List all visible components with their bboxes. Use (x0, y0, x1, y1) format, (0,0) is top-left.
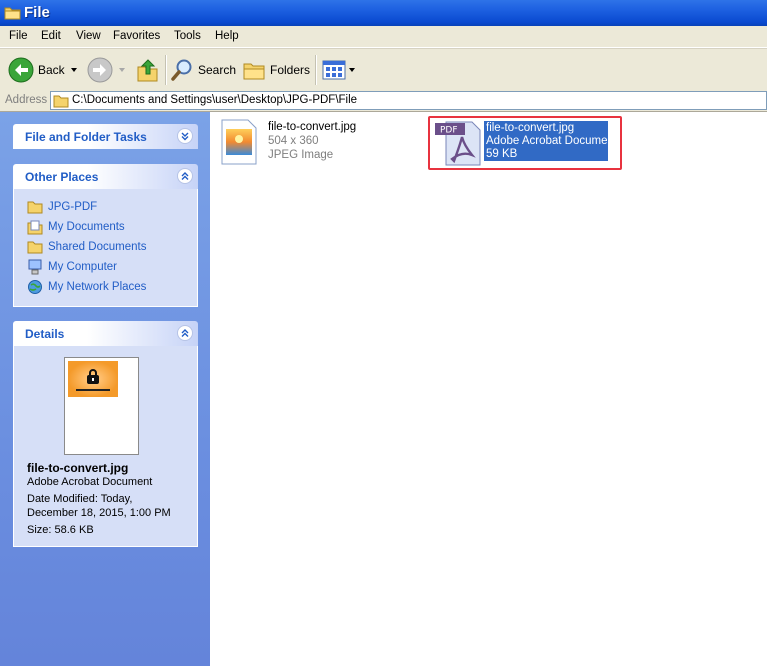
forward-button[interactable] (87, 56, 125, 84)
task-pane: File and Folder Tasks Other Places JPG-P… (0, 112, 210, 666)
file-folder-tasks-panel: File and Folder Tasks (13, 124, 198, 149)
menu-file[interactable]: File (9, 30, 28, 42)
search-label: Search (198, 63, 237, 77)
address-path: C:\Documents and Settings\user\Desktop\J… (72, 94, 358, 106)
search-icon (171, 59, 192, 81)
details-modified-line1: Date Modified: Today, (27, 493, 133, 505)
back-label: Back (38, 63, 65, 77)
folders-icon (243, 63, 265, 80)
collapse-chevron-icon[interactable] (177, 325, 193, 341)
back-dropdown-icon[interactable] (70, 68, 77, 72)
details-filetype: Adobe Acrobat Document (27, 476, 153, 488)
file-name: file-to-convert.jpg (486, 122, 575, 134)
thumbnail-image (68, 361, 118, 397)
toolbar: Back Search Folders (0, 48, 767, 92)
address-input[interactable]: C:\Documents and Settings\user\Desktop\J… (50, 91, 767, 110)
svg-text:PDF: PDF (440, 126, 458, 136)
forward-arrow-icon (87, 57, 113, 83)
folder-icon (4, 7, 21, 20)
back-button[interactable]: Back (8, 56, 77, 84)
address-bar: Address C:\Documents and Settings\user\D… (0, 91, 767, 112)
place-my-network-places[interactable]: My Network Places (27, 279, 146, 295)
menu-view[interactable]: View (76, 30, 101, 42)
menu-tools[interactable]: Tools (174, 30, 201, 42)
computer-icon (28, 259, 42, 275)
up-folder-button[interactable] (136, 56, 160, 84)
window-title: File (24, 4, 50, 21)
jpeg-image-icon (221, 119, 257, 165)
search-button[interactable]: Search (170, 56, 236, 84)
views-icon (322, 60, 346, 80)
other-places-header[interactable]: Other Places (13, 164, 198, 189)
forward-dropdown-icon[interactable] (119, 68, 125, 72)
place-my-computer[interactable]: My Computer (27, 259, 117, 275)
file-dimensions: 504 x 360 (268, 135, 319, 147)
details-size: Size: 58.6 KB (27, 524, 94, 536)
menu-help[interactable]: Help (215, 30, 239, 42)
pdf-document-icon: PDF (435, 121, 481, 166)
network-globe-icon (28, 280, 42, 294)
file-name: file-to-convert.jpg (268, 121, 357, 133)
my-documents-icon (27, 220, 43, 235)
details-panel: Details file-to-convert.jpg Adobe Acroba… (13, 321, 198, 547)
expand-chevron-icon[interactable] (177, 128, 193, 144)
file-type: Adobe Acrobat Document (486, 135, 618, 147)
file-size: 59 KB (486, 148, 518, 160)
views-dropdown-icon[interactable] (349, 68, 355, 72)
other-places-panel: Other Places JPG-PDF My Documents Shared… (13, 164, 198, 307)
back-arrow-icon (8, 57, 34, 83)
file-folder-tasks-header[interactable]: File and Folder Tasks (13, 124, 198, 149)
other-places-title: Other Places (25, 170, 99, 184)
place-jpg-pdf[interactable]: JPG-PDF (27, 199, 97, 215)
folder-icon (27, 201, 43, 214)
folders-button[interactable]: Folders (242, 56, 310, 84)
up-folder-icon (137, 59, 158, 82)
file-list-view[interactable]: file-to-convert.jpg 504 x 360 JPEG Image… (210, 112, 767, 666)
details-modified-line2: December 18, 2015, 1:00 PM (27, 507, 171, 519)
place-my-documents[interactable]: My Documents (27, 219, 125, 235)
folder-icon (53, 95, 69, 108)
details-filename: file-to-convert.jpg (27, 461, 129, 475)
menu-edit[interactable]: Edit (41, 30, 61, 42)
details-header[interactable]: Details (13, 321, 198, 346)
file-type: JPEG Image (268, 149, 334, 161)
selected-file-label: file-to-convert.jpg Adobe Acrobat Docume… (484, 121, 617, 161)
file-folder-tasks-title: File and Folder Tasks (25, 130, 147, 144)
menu-bar: File Edit View Favorites Tools Help (0, 26, 767, 48)
title-bar[interactable]: File (0, 0, 767, 26)
place-shared-documents[interactable]: Shared Documents (27, 239, 146, 255)
menu-favorites[interactable]: Favorites (113, 30, 160, 42)
lock-icon (87, 369, 99, 384)
address-label: Address (5, 94, 48, 106)
collapse-chevron-icon[interactable] (177, 168, 193, 184)
views-button[interactable] (322, 56, 355, 84)
folders-label: Folders (270, 63, 311, 77)
thumbnail-caption-bar (76, 389, 110, 391)
details-title: Details (25, 327, 65, 341)
shared-folder-icon (27, 241, 43, 254)
file-thumbnail (64, 357, 139, 455)
